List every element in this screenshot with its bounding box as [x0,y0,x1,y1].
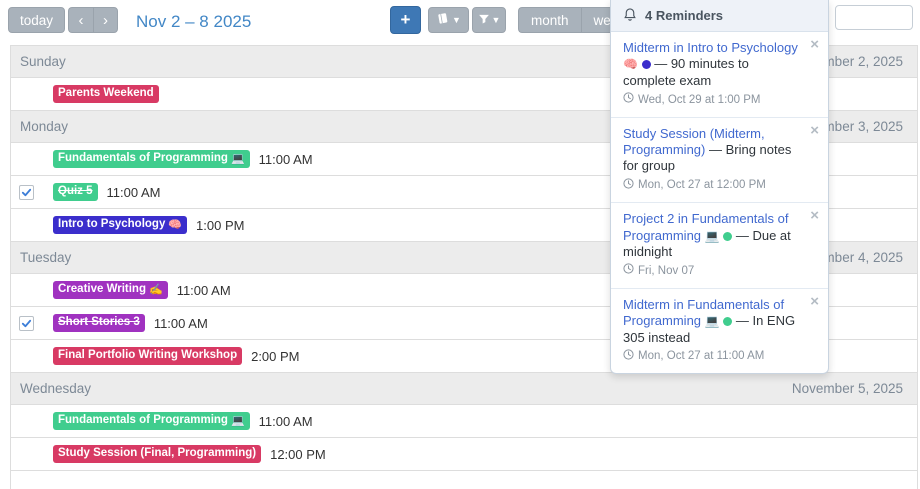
search-input[interactable] [835,5,913,30]
reminder-emoji-icon: 💻 [705,229,720,243]
event-emoji-icon: 💻 [231,415,245,428]
event-title: Final Portfolio Writing Workshop [58,349,237,362]
month-view-button[interactable]: month [518,7,581,33]
event-title: Fundamentals of Programming [58,414,228,427]
reminder-item: × Midterm in Fundamentals of Programming… [611,288,828,374]
close-icon[interactable]: × [810,37,819,52]
event-badge[interactable]: Quiz 5 [53,183,98,200]
reminder-time-text: Fri, Nov 07 [638,264,694,278]
reminder-link[interactable]: Midterm in Intro to Psychology [623,40,798,55]
course-color-dot [723,232,732,241]
reminder-text: Study Session (Midterm, Programming) — B… [623,126,802,175]
close-icon[interactable]: × [810,294,819,309]
event-time: 11:00 AM [107,185,161,200]
today-button[interactable]: today [8,7,65,33]
event-time: 12:00 PM [270,447,326,462]
nav-button-group: ‹ › [68,7,118,33]
reminder-time-text: Wed, Oct 29 at 1:00 PM [638,93,761,107]
event-complete-checkbox[interactable] [19,185,34,200]
day-name: Sunday [20,54,66,69]
event-badge[interactable]: Intro to Psychology 🧠 [53,216,187,233]
event-time: 11:00 AM [177,283,231,298]
event-title: Fundamentals of Programming [58,152,228,165]
reminder-item: × Study Session (Midterm, Programming) —… [611,117,828,203]
event-title: Study Session (Final, Programming) [58,447,256,460]
reminder-time: Mon, Oct 27 at 12:00 PM [623,178,802,193]
event-badge[interactable]: Fundamentals of Programming 💻 [53,150,250,167]
event-title: Intro to Psychology [58,218,165,231]
event-title: Parents Weekend [58,87,154,100]
event-badge[interactable]: Short Stories 3 [53,314,145,331]
bell-icon [623,7,637,25]
filter-dropdown-button[interactable]: ▼ [472,7,506,33]
reminder-time: Wed, Oct 29 at 1:00 PM [623,92,802,107]
event-time: 11:00 AM [154,316,208,331]
view-title: Nov 2 – 8 2025 [136,12,251,32]
event-title: Short Stories 3 [58,316,140,329]
event-badge[interactable]: Parents Weekend [53,85,159,102]
reminder-text: Project 2 in Fundamentals of Programming… [623,211,802,260]
reminder-time: Fri, Nov 07 [623,263,802,278]
clock-icon [623,92,634,107]
courses-dropdown-button[interactable]: ▼ [428,7,469,33]
clock-icon [623,178,634,193]
reminders-panel: 4 Reminders × Midterm in Intro to Psycho… [610,0,829,374]
next-button[interactable]: › [93,7,118,33]
add-event-button[interactable]: + [390,6,421,34]
clock-icon [623,263,634,278]
reminder-emoji-icon: 🧠 [623,57,638,71]
event-emoji-icon: ✍️ [149,284,163,297]
clock-icon [623,349,634,364]
calendar-app: { "toolbar": { "today_label": "today", "… [0,0,920,489]
event-time: 1:00 PM [196,218,244,233]
chevron-down-icon: ▼ [452,16,461,25]
day-date: November 5, 2025 [792,381,903,396]
close-icon[interactable]: × [810,208,819,223]
reminders-list: × Midterm in Intro to Psychology 🧠 — 90 … [611,32,828,373]
event-emoji-icon: 💻 [231,153,245,166]
reminders-count-label: 4 Reminders [645,8,723,23]
reminders-header: 4 Reminders [611,0,828,32]
day-name: Monday [20,119,68,134]
reminder-emoji-icon: 💻 [705,314,720,328]
event-row[interactable]: Study Session (Final, Programming) 12:00… [11,438,917,471]
reminder-time: Mon, Oct 27 at 11:00 AM [623,349,802,364]
prev-button[interactable]: ‹ [68,7,93,33]
close-icon[interactable]: × [810,123,819,138]
filter-icon [478,13,490,28]
day-name: Tuesday [20,250,71,265]
event-badge[interactable]: Fundamentals of Programming 💻 [53,412,250,429]
reminder-text: Midterm in Fundamentals of Programming 💻… [623,297,802,346]
event-time: 11:00 AM [259,152,313,167]
reminder-time-text: Mon, Oct 27 at 12:00 PM [638,178,766,192]
reminder-time-text: Mon, Oct 27 at 11:00 AM [638,349,764,363]
event-emoji-icon: 🧠 [168,219,182,232]
event-badge[interactable]: Study Session (Final, Programming) [53,445,261,462]
course-color-dot [723,317,732,326]
event-title: Creative Writing [58,283,146,296]
event-row[interactable]: Fundamentals of Programming 💻 11:00 AM [11,405,917,438]
event-badge[interactable]: Final Portfolio Writing Workshop [53,347,242,364]
chevron-down-icon: ▼ [492,16,501,25]
book-icon [436,12,449,28]
event-complete-checkbox[interactable] [19,316,34,331]
reminder-item: × Project 2 in Fundamentals of Programmi… [611,202,828,288]
course-color-dot [642,60,651,69]
event-time: 11:00 AM [259,414,313,429]
event-time: 2:00 PM [251,349,299,364]
event-badge[interactable]: Creative Writing ✍️ [53,281,168,298]
reminder-text: Midterm in Intro to Psychology 🧠 — 90 mi… [623,40,802,89]
day-name: Wednesday [20,381,91,396]
event-title: Quiz 5 [58,185,93,198]
reminder-item: × Midterm in Intro to Psychology 🧠 — 90 … [611,32,828,117]
day-header-row: Wednesday November 5, 2025 [11,373,917,405]
